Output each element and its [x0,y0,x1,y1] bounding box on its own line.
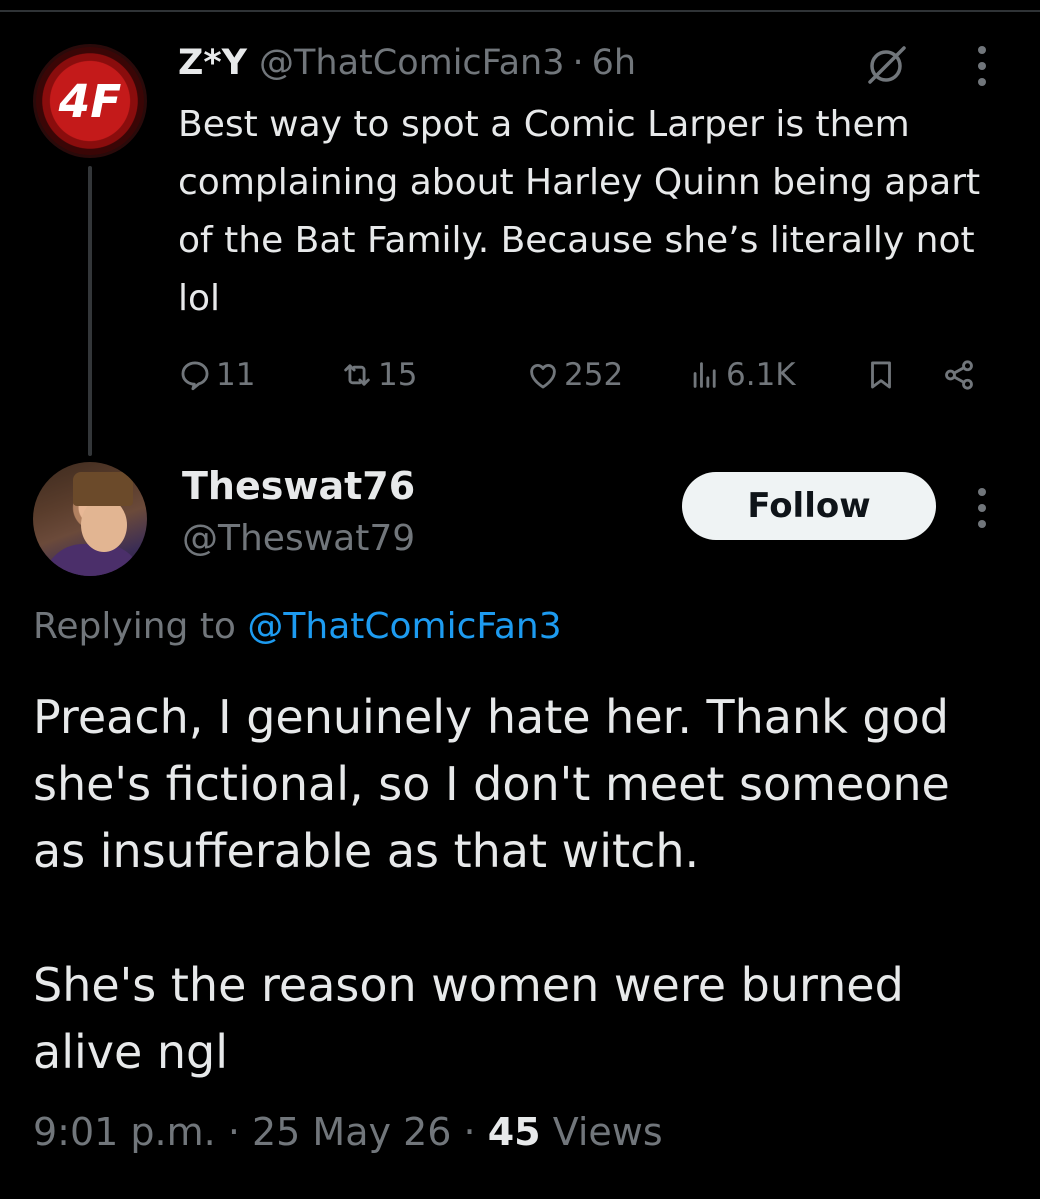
like-count: 252 [564,357,624,393]
thread-line [88,166,92,456]
views-count: 6.1K [726,357,796,393]
reply-action[interactable]: 11 [178,350,255,400]
like-icon [530,364,556,389]
reply-views-count: 45 [487,1110,541,1154]
share-action[interactable] [942,350,980,400]
reply-views-label: Views [552,1110,663,1154]
separator: · [463,1110,476,1154]
separator: · [227,1110,240,1154]
replying-prefix: Replying to [33,606,248,647]
reply-avatar[interactable] [33,462,147,576]
share-icon [945,360,973,390]
avatar-figure-face [81,498,127,552]
bookmark-icon [871,361,891,389]
parent-header: Z*Y @ThatComicFan3 · 6h [178,38,636,88]
parent-avatar[interactable]: 4F [33,44,147,158]
replying-handle-link[interactable]: @ThatComicFan3 [247,606,561,647]
follow-button[interactable]: Follow [682,472,936,540]
views-action[interactable]: 6.1K [688,350,796,400]
reply-date[interactable]: 25 May 26 [252,1110,451,1154]
parent-display-name[interactable]: Z*Y [178,43,247,83]
reply-tweet-text: Preach, I genuinely hate her. Thank god … [33,684,1013,1086]
reply-paragraph-2: She's the reason women were burned alive… [33,958,904,1079]
repost-action[interactable]: 15 [340,350,417,400]
reply-paragraph-1: Preach, I genuinely hate her. Thank god … [33,690,950,878]
reply-icon [181,361,209,391]
parent-timestamp[interactable]: 6h [592,43,636,83]
top-divider [0,10,1040,12]
views-icon [693,362,716,388]
reply-display-name[interactable]: Theswat76 [182,464,415,508]
parent-more-icon[interactable] [976,46,988,86]
like-action[interactable]: 252 [526,350,623,400]
reply-more-icon[interactable] [976,488,988,528]
reply-count: 11 [216,357,256,393]
svg-text:4F: 4F [58,75,122,128]
parent-action-bar: 11 15 252 6.1K [178,350,988,400]
grok-icon[interactable] [864,44,908,88]
reply-handle[interactable]: @Theswat79 [182,518,415,559]
avatar-figure-hat [73,472,133,506]
repost-icon [344,364,370,386]
replying-to: Replying to @ThatComicFan3 [33,606,562,647]
repost-count: 15 [378,357,418,393]
avatar-logo: 4F [58,75,122,128]
bookmark-action[interactable] [864,350,902,400]
separator: · [572,43,584,83]
parent-handle[interactable]: @ThatComicFan3 [259,43,564,83]
reply-time[interactable]: 9:01 p.m. [33,1110,216,1154]
reply-meta: 9:01 p.m. · 25 May 26 · 45 Views [33,1110,663,1154]
parent-tweet-text: Best way to spot a Comic Larper is them … [178,104,981,319]
